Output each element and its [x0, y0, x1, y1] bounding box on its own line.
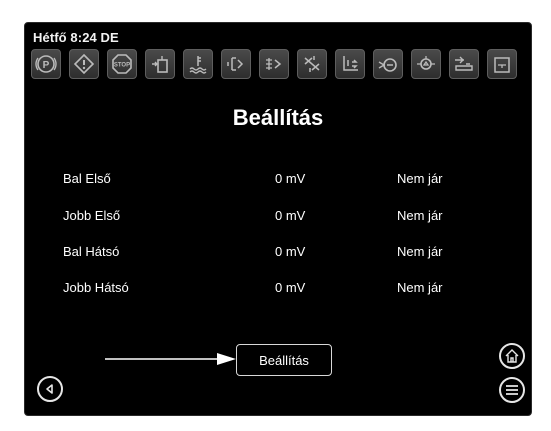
sensor-value: 0 mV: [275, 171, 306, 186]
back-icon[interactable]: [37, 376, 63, 402]
status-datetime: Hétfő 8:24 DE: [33, 30, 119, 45]
warning-icon[interactable]: [69, 49, 99, 79]
stop-icon[interactable]: STOP: [107, 49, 137, 79]
sensor-name: Jobb Első: [63, 208, 121, 223]
warning-icon-bar: P STOP: [31, 49, 527, 79]
page-title: Beállítás: [232, 105, 324, 130]
brake-pressure-icon[interactable]: [373, 49, 403, 79]
fuel-filter-icon[interactable]: [221, 49, 251, 79]
coolant-icon[interactable]: [183, 49, 213, 79]
sensor-name: Bal Hátsó: [63, 244, 120, 259]
arrow-indicator-icon: [105, 353, 236, 365]
sensor-status: Nem jár: [397, 280, 443, 295]
sensor-status: Nem jár: [397, 171, 443, 186]
sensor-status: Nem jár: [397, 208, 443, 223]
setup-button[interactable]: Beállítás: [236, 344, 332, 376]
home-icon[interactable]: [499, 343, 525, 369]
sensor-row: Jobb Első 0 mV Nem jár: [25, 208, 531, 228]
sensor-row: Bal Első 0 mV Nem jár: [25, 171, 531, 191]
fuel-injection-icon[interactable]: [259, 49, 289, 79]
svg-text:P: P: [43, 60, 50, 71]
parking-brake-icon[interactable]: P: [31, 49, 61, 79]
sensor-value: 0 mV: [275, 208, 306, 223]
sensor-name: Bal Első: [63, 171, 111, 186]
transmission-icon[interactable]: [335, 49, 365, 79]
hydraulic-icon[interactable]: [449, 49, 479, 79]
sensor-row: Jobb Hátsó 0 mV Nem jár: [25, 280, 531, 300]
svg-text:STOP: STOP: [114, 63, 130, 69]
menu-icon[interactable]: [499, 377, 525, 403]
oil-pressure-icon[interactable]: [411, 49, 441, 79]
sensor-row: Bal Hátsó 0 mV Nem jár: [25, 244, 531, 264]
sensor-name: Jobb Hátsó: [63, 280, 129, 295]
fluid-level-icon[interactable]: [145, 49, 175, 79]
sensor-value: 0 mV: [275, 280, 306, 295]
sensor-value: 0 mV: [275, 244, 306, 259]
engine-fan-icon[interactable]: [297, 49, 327, 79]
display-screen: Hétfő 8:24 DE P STOP Beállítás Bal Első …: [24, 22, 532, 416]
sensor-status: Nem jár: [397, 244, 443, 259]
battery-icon[interactable]: [487, 49, 517, 79]
